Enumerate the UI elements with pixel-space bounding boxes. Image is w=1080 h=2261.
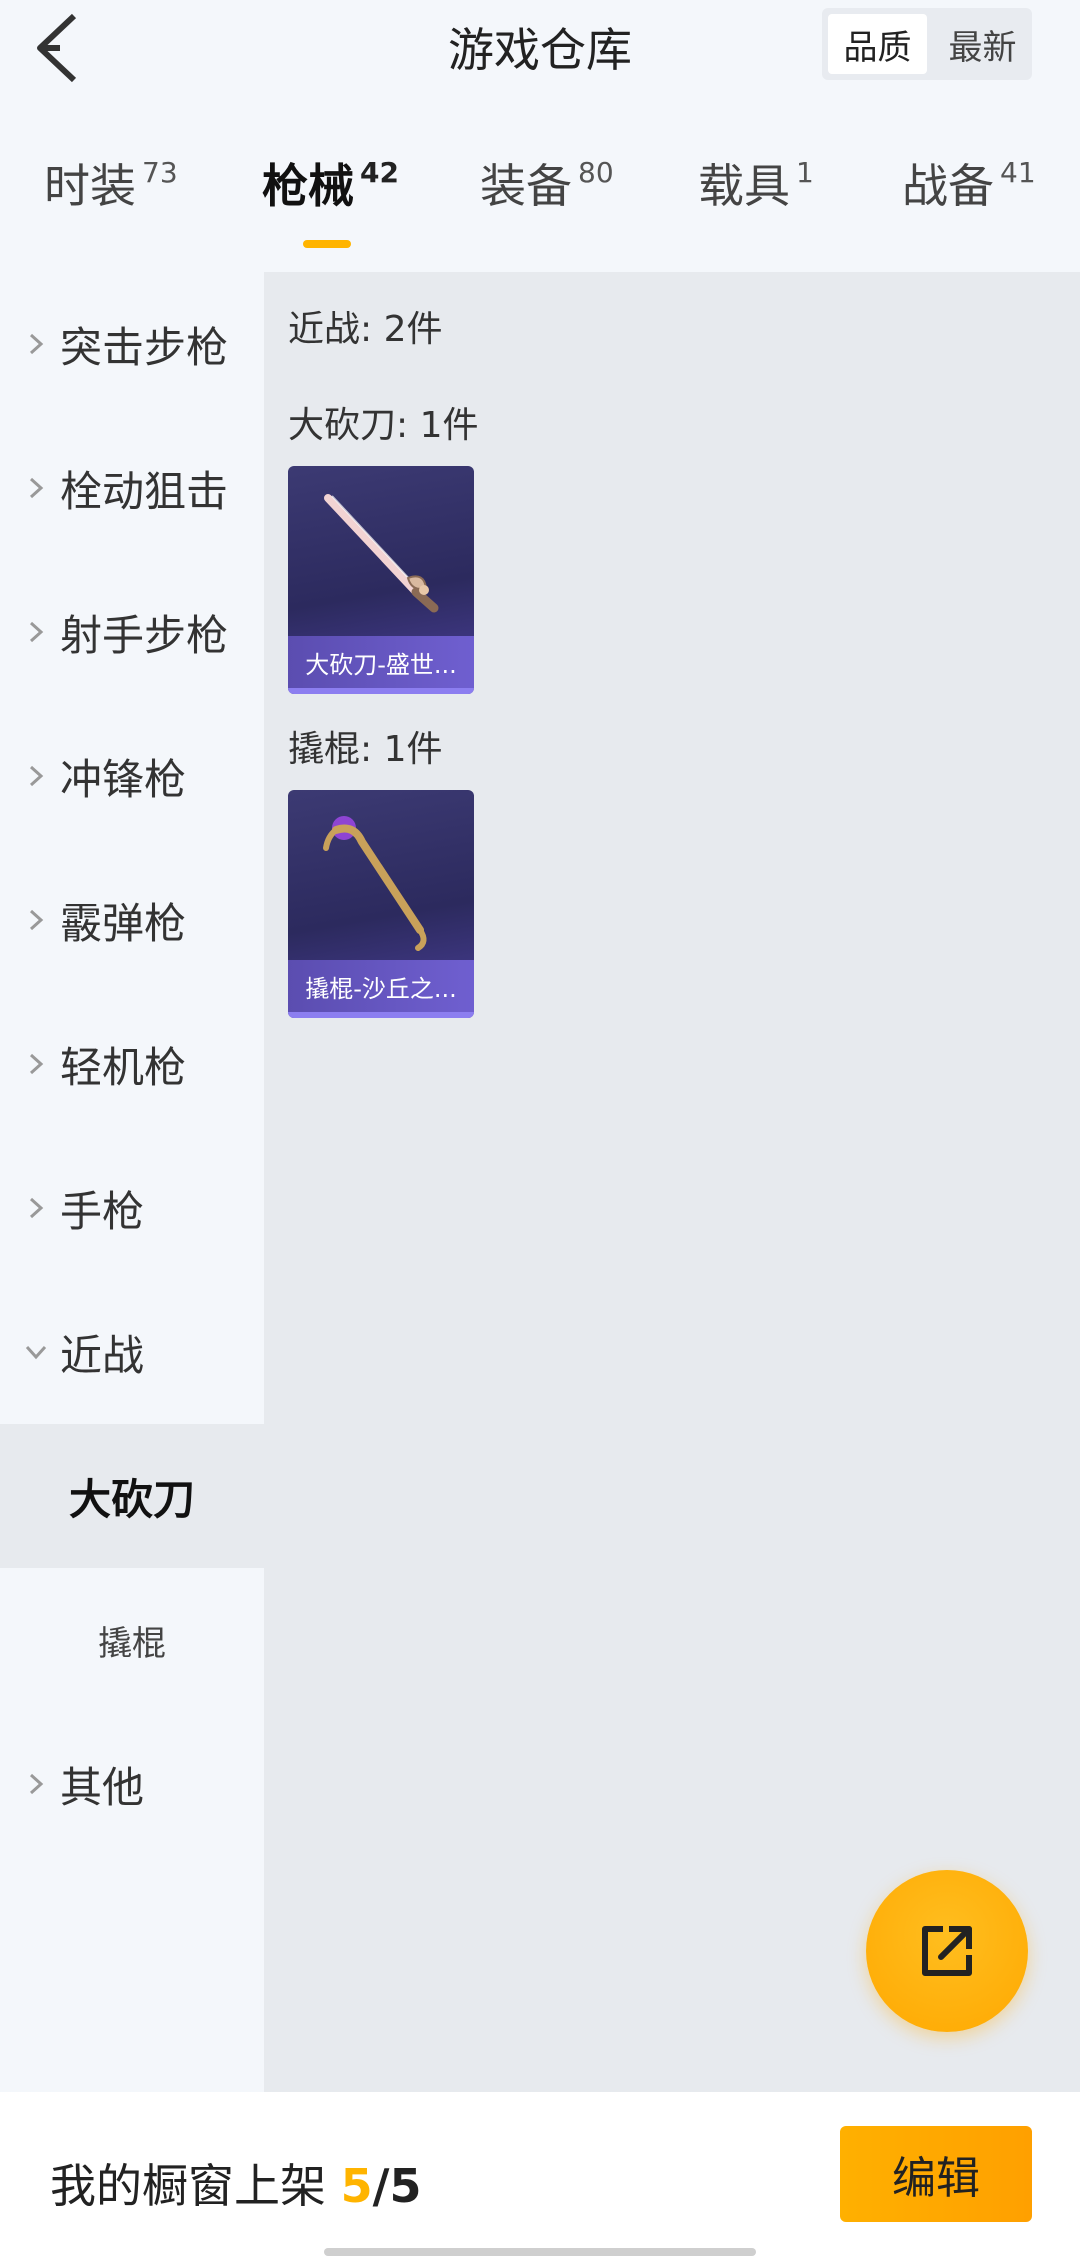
showcase-status: 我的橱窗上架 5/5: [50, 2150, 421, 2216]
tab-count: 73: [142, 156, 178, 189]
share-icon: [922, 1926, 972, 1976]
tab-count: 80: [578, 156, 614, 189]
sidebar-item-smg[interactable]: 冲锋枪: [0, 704, 264, 848]
showcase-label: 我的橱窗上架: [50, 2159, 326, 2213]
chevron-right-icon: [24, 908, 48, 932]
chevron-right-icon: [24, 1772, 48, 1796]
tab-fashion[interactable]: 时装 73: [44, 150, 178, 216]
chevron-down-icon: [24, 1340, 48, 1364]
sort-toggle[interactable]: 品质 最新: [822, 8, 1032, 80]
tab-count: 1: [796, 156, 814, 189]
sidebar-item-lmg[interactable]: 轻机枪: [0, 992, 264, 1136]
tab-equipment[interactable]: 装备 80: [480, 150, 614, 216]
sidebar-item-pistol[interactable]: 手枪: [0, 1136, 264, 1280]
category-sidebar: 突击步枪 栓动狙击 射手步枪 冲锋枪 霰弹枪 轻机枪 手枪 近战 大砍刀 撬棍 …: [0, 272, 264, 2092]
item-name-caption: 撬棍-沙丘之...: [288, 960, 474, 1012]
showcase-total: 5: [389, 2159, 422, 2213]
tab-count: 41: [1000, 156, 1036, 189]
section-title: 近战: 2件: [288, 309, 443, 350]
sidebar-item-label: 其他: [60, 1762, 145, 1812]
home-indicator[interactable]: [324, 2248, 756, 2256]
chevron-right-icon: [24, 764, 48, 788]
chevron-right-icon: [24, 332, 48, 356]
sidebar-item-label: 冲锋枪: [60, 754, 187, 804]
sidebar-item-label: 霰弹枪: [60, 898, 187, 948]
sidebar-item-shotgun[interactable]: 霰弹枪: [0, 848, 264, 992]
tab-count: 42: [360, 156, 399, 189]
showcase-slash: /: [372, 2159, 390, 2213]
tab-combat-gear[interactable]: 战备 41: [902, 150, 1036, 216]
sidebar-subitem-label: 大砍刀: [68, 1474, 195, 1524]
item-grid-panel: 近战: 2件 大砍刀: 1件 大砍刀-盛世... 撬棍: 1件 撬棍-沙丘之..…: [264, 272, 1080, 2092]
tab-firearms[interactable]: 枪械 42: [262, 150, 399, 216]
category-tabs: 时装 73 枪械 42 装备 80 载具 1 战备 41: [0, 150, 1080, 270]
tab-label: 载具: [698, 159, 790, 213]
footer-bar: 我的橱窗上架 5/5 编辑: [0, 2092, 1080, 2261]
active-tab-indicator: [303, 240, 351, 248]
tab-label: 战备: [902, 159, 994, 213]
sidebar-subitem-label: 撬棍: [98, 1623, 166, 1664]
group-title-machete: 大砍刀: 1件: [288, 405, 479, 446]
sidebar-subitem-machete[interactable]: 大砍刀: [0, 1424, 264, 1568]
tab-vehicles[interactable]: 载具 1: [698, 150, 814, 216]
tab-label: 枪械: [262, 159, 354, 213]
sidebar-item-label: 栓动狙击: [60, 466, 229, 516]
group-title-crowbar: 撬棍: 1件: [288, 729, 443, 770]
chevron-right-icon: [24, 476, 48, 500]
sidebar-item-assault-rifle[interactable]: 突击步枪: [0, 272, 264, 416]
tab-label: 时装: [44, 159, 136, 213]
sort-option-latest[interactable]: 最新: [933, 8, 1032, 80]
sidebar-item-label: 射手步枪: [60, 610, 229, 660]
item-card-crowbar[interactable]: 撬棍-沙丘之...: [288, 790, 474, 1018]
share-button[interactable]: [866, 1870, 1028, 2032]
sort-option-quality[interactable]: 品质: [828, 14, 927, 74]
sidebar-item-marksman-rifle[interactable]: 射手步枪: [0, 560, 264, 704]
edit-button[interactable]: 编辑: [840, 2126, 1032, 2222]
rarity-bar: [288, 1012, 474, 1018]
sidebar-item-other[interactable]: 其他: [0, 1712, 264, 1856]
sidebar-item-label: 近战: [60, 1330, 145, 1380]
tab-label: 装备: [480, 159, 572, 213]
sidebar-item-label: 手枪: [60, 1186, 145, 1236]
crowbar-item-image: [323, 816, 427, 951]
sidebar-item-label: 突击步枪: [60, 322, 229, 372]
machete-item-image: [324, 494, 439, 613]
item-name-caption: 大砍刀-盛世...: [288, 636, 474, 688]
sidebar-item-melee[interactable]: 近战: [0, 1280, 264, 1424]
header: 游戏仓库 品质 最新: [0, 0, 1080, 96]
chevron-right-icon: [24, 1196, 48, 1220]
chevron-right-icon: [24, 620, 48, 644]
sidebar-subitem-crowbar[interactable]: 撬棍: [0, 1568, 264, 1712]
chevron-right-icon: [24, 1052, 48, 1076]
item-card-machete[interactable]: 大砍刀-盛世...: [288, 466, 474, 694]
showcase-count: 5: [340, 2159, 373, 2213]
sidebar-item-bolt-sniper[interactable]: 栓动狙击: [0, 416, 264, 560]
rarity-bar: [288, 688, 474, 694]
sidebar-item-label: 轻机枪: [60, 1042, 187, 1092]
